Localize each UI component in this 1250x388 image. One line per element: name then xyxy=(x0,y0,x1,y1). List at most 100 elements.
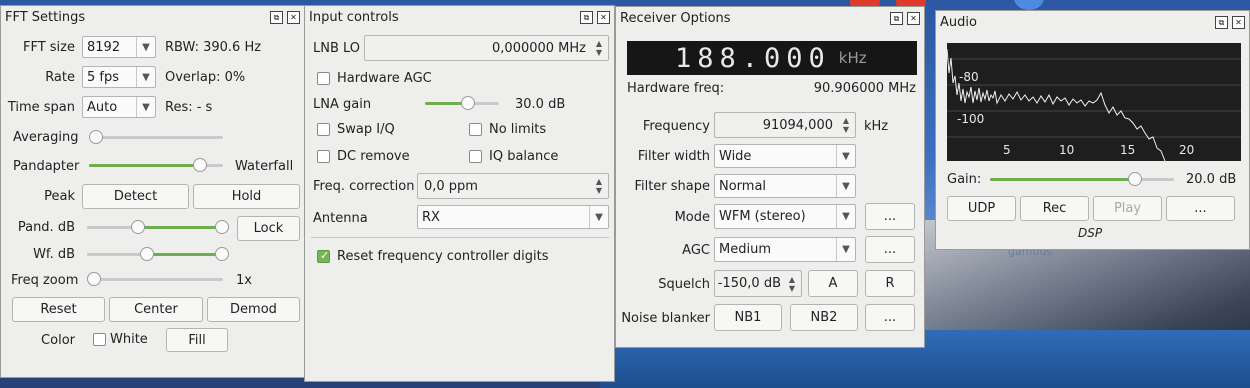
mode-combo[interactable]: WFM (stereo) ▼ xyxy=(714,204,856,229)
slider-handle-high[interactable] xyxy=(215,220,229,234)
timespan-combo[interactable]: Auto ▼ xyxy=(82,96,156,118)
pand-db-range-slider[interactable] xyxy=(87,220,229,234)
lock-button[interactable]: Lock xyxy=(237,216,300,241)
combo-value: Auto xyxy=(87,99,118,115)
dc-remove-label: DC remove xyxy=(337,149,410,164)
slider-handle[interactable] xyxy=(461,96,475,110)
slider-handle[interactable] xyxy=(89,130,103,144)
x-tick-label: 15 xyxy=(1120,143,1135,157)
squelch-r-button[interactable]: R xyxy=(865,270,915,297)
no-limits-checkbox[interactable] xyxy=(469,123,482,136)
chevron-down-icon: ▼ xyxy=(136,37,155,57)
slider-handle-high[interactable] xyxy=(215,247,229,261)
input-controls-panel: Input controls ⧉ ✕ LNB LO 0,000000 MHz ▲ ▼ … xyxy=(304,5,615,382)
rate-combo[interactable]: 5 fps ▼ xyxy=(82,66,156,88)
slider-handle-low[interactable] xyxy=(140,247,154,261)
reset-digits-checkbox[interactable] xyxy=(317,249,330,263)
agc-combo[interactable]: Medium ▼ xyxy=(714,237,856,262)
demod-button[interactable]: Demod xyxy=(207,297,300,322)
squelch-a-button[interactable]: A xyxy=(808,270,858,297)
panel-title: Audio xyxy=(940,15,977,30)
combo-value: 8192 xyxy=(87,39,121,55)
stepper-arrows-icon[interactable]: ▲ ▼ xyxy=(837,113,855,137)
spin-value: -150,0 dB xyxy=(717,276,781,291)
audio-panel: Audio ⧉ ✕ -80 -100 5 10 15 20 Gain: 20.0 … xyxy=(935,10,1250,250)
fft-size-combo[interactable]: 8192 ▼ xyxy=(82,36,156,58)
combo-value: RX xyxy=(422,209,440,225)
lnb-lo-label: LNB LO xyxy=(313,41,361,56)
desktop-blue-circle xyxy=(1014,0,1044,10)
filter-width-combo[interactable]: Wide ▼ xyxy=(714,144,856,168)
close-icon[interactable]: ✕ xyxy=(597,11,610,24)
color-label: Color xyxy=(41,333,75,348)
freq-correction-label: Freq. correction xyxy=(313,179,415,194)
chevron-down-icon: ▼ xyxy=(836,238,855,261)
freq-zoom-slider[interactable] xyxy=(87,272,223,286)
x-tick-label: 20 xyxy=(1179,143,1194,157)
play-button[interactable]: Play xyxy=(1093,196,1162,221)
close-icon[interactable]: ✕ xyxy=(907,12,920,25)
spin-value: 0,0 ppm xyxy=(424,178,478,194)
audio-options-button[interactable]: ... xyxy=(1166,196,1235,221)
y-tick-label: -80 xyxy=(959,70,979,84)
pandapter-waterfall-slider[interactable] xyxy=(89,158,223,172)
dc-remove-checkbox[interactable] xyxy=(317,150,330,163)
wf-db-range-slider[interactable] xyxy=(87,247,229,261)
fill-button[interactable]: Fill xyxy=(166,328,228,352)
filter-shape-combo[interactable]: Normal ▼ xyxy=(714,174,856,198)
noise-blanker-options-button[interactable]: ... xyxy=(865,304,915,331)
close-icon[interactable]: ✕ xyxy=(287,11,300,24)
float-icon[interactable]: ⧉ xyxy=(1215,16,1228,29)
stepper-arrows-icon[interactable]: ▲ ▼ xyxy=(783,271,801,296)
combo-value: Medium xyxy=(719,242,771,257)
audio-gain-slider[interactable] xyxy=(990,172,1174,186)
noise-blanker-label: Noise blanker xyxy=(621,311,710,326)
antenna-combo[interactable]: RX ▼ xyxy=(417,205,609,229)
frequency-spinbox[interactable]: 91094,000 ▲ ▼ xyxy=(714,112,856,138)
nb2-button[interactable]: NB2 xyxy=(790,304,858,331)
averaging-label: Averaging xyxy=(13,130,79,145)
stepper-arrows-icon[interactable]: ▲ ▼ xyxy=(590,36,608,60)
swap-iq-label: Swap I/Q xyxy=(337,122,395,137)
udp-button[interactable]: UDP xyxy=(947,196,1016,221)
display-frequency: 188.000 xyxy=(675,42,831,74)
frequency-display[interactable]: 188.000 kHz xyxy=(627,41,917,75)
freq-correction-spinbox[interactable]: 0,0 ppm ▲ ▼ xyxy=(417,173,609,199)
averaging-slider[interactable] xyxy=(89,130,223,144)
reset-digits-label: Reset frequency controller digits xyxy=(337,249,549,264)
center-button[interactable]: Center xyxy=(109,297,203,322)
float-icon[interactable]: ⧉ xyxy=(890,12,903,25)
combo-value: Wide xyxy=(719,148,752,164)
close-icon[interactable]: ✕ xyxy=(1232,16,1245,29)
float-icon[interactable]: ⧉ xyxy=(580,11,593,24)
float-icon[interactable]: ⧉ xyxy=(270,11,283,24)
nb1-button[interactable]: NB1 xyxy=(714,304,782,331)
slider-handle-low[interactable] xyxy=(131,220,145,234)
iq-balance-label: IQ balance xyxy=(489,149,559,164)
hold-button[interactable]: Hold xyxy=(193,184,300,209)
x-tick-label: 5 xyxy=(1003,143,1011,157)
reset-button[interactable]: Reset xyxy=(12,297,105,322)
combo-value: Normal xyxy=(719,178,767,194)
lnb-lo-spinbox[interactable]: 0,000000 MHz ▲ ▼ xyxy=(364,35,609,61)
freq-zoom-label: Freq zoom xyxy=(11,273,79,288)
hardware-agc-checkbox[interactable] xyxy=(317,72,330,85)
lna-gain-slider[interactable] xyxy=(425,96,499,110)
slider-handle[interactable] xyxy=(87,272,101,286)
timespan-label: Time span xyxy=(7,100,75,115)
squelch-spinbox[interactable]: -150,0 dB ▲ ▼ xyxy=(714,270,802,297)
agc-options-button[interactable]: ... xyxy=(865,236,915,263)
mode-options-button[interactable]: ... xyxy=(865,203,915,230)
chevron-down-icon: ▼ xyxy=(589,206,608,228)
stepper-arrows-icon[interactable]: ▲ ▼ xyxy=(590,174,608,198)
fft-size-label: FFT size xyxy=(22,40,75,55)
y-tick-label: -100 xyxy=(957,112,984,126)
slider-handle[interactable] xyxy=(1128,172,1142,186)
record-button[interactable]: Rec xyxy=(1020,196,1089,221)
white-checkbox[interactable] xyxy=(93,333,106,346)
swap-iq-checkbox[interactable] xyxy=(317,123,330,136)
slider-handle[interactable] xyxy=(193,158,207,172)
iq-balance-checkbox[interactable] xyxy=(469,150,482,163)
chevron-down-icon: ▼ xyxy=(136,67,155,87)
detect-button[interactable]: Detect xyxy=(82,184,189,209)
